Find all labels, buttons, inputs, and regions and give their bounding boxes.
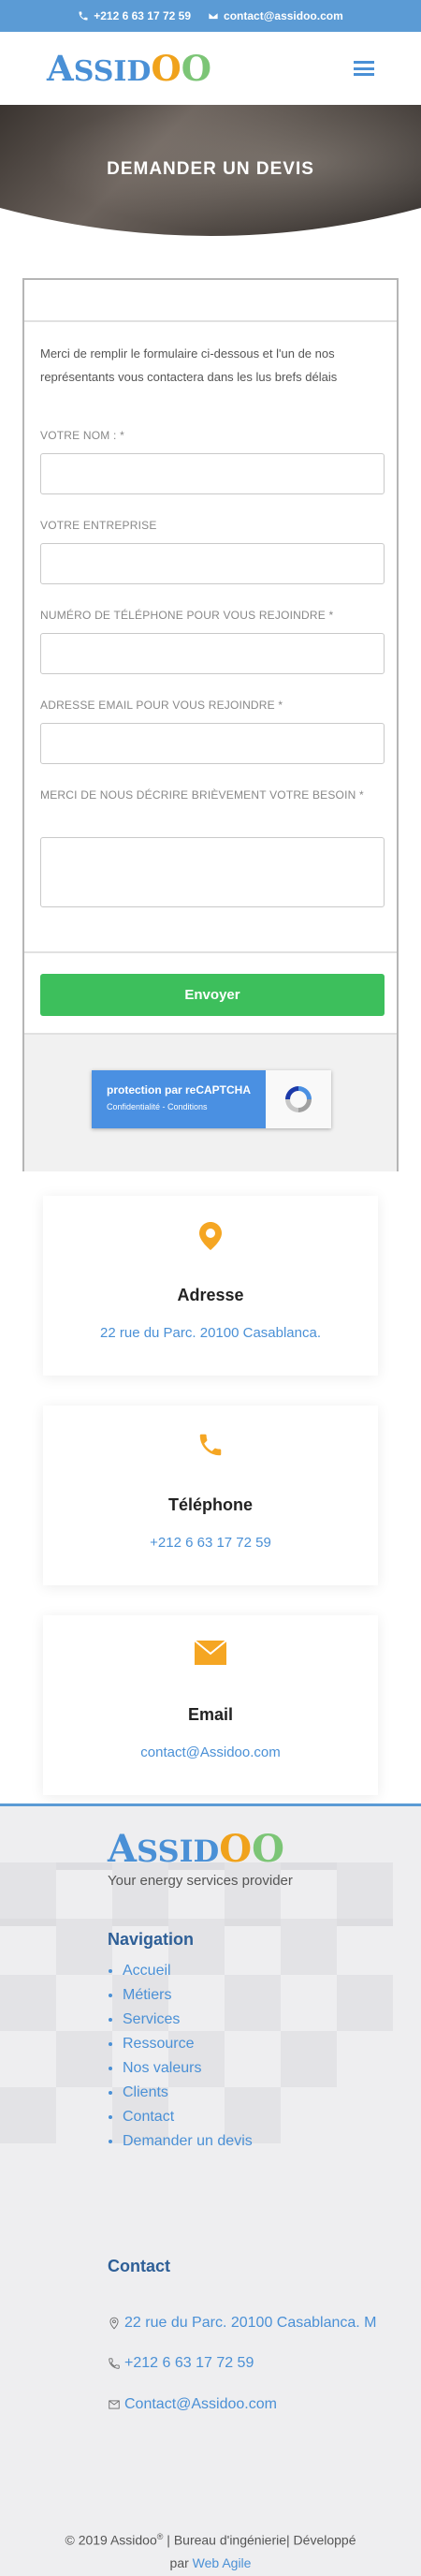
email-value[interactable]: contact@Assidoo.com bbox=[43, 1744, 378, 1760]
logo-letter-o-orange: O bbox=[151, 48, 181, 89]
site-header: A SSID O O bbox=[0, 32, 421, 105]
logo-letters: SSID bbox=[73, 55, 152, 88]
footer-nav-item-accueil[interactable]: Accueil bbox=[123, 1959, 421, 1983]
footer-nav-item-metiers[interactable]: Métiers bbox=[123, 1983, 421, 2008]
name-label: VOTRE NOM : * bbox=[40, 429, 124, 442]
footer-address-text: 22 rue du Parc. 20100 Casablanca. M bbox=[124, 2315, 377, 2331]
topbar-phone-text: +212 6 63 17 72 59 bbox=[94, 9, 192, 22]
quote-form: Merci de remplir le formulaire ci-dessou… bbox=[22, 278, 399, 1171]
email-label: ADRESSE EMAIL POUR VOUS REJOINDRE * bbox=[40, 699, 283, 712]
hamburger-icon[interactable] bbox=[354, 61, 374, 76]
need-label: MERCI DE NOUS DÉCRIRE BRIÈVEMENT VOTRE B… bbox=[40, 788, 364, 802]
envelope-icon bbox=[43, 1641, 378, 1665]
topbar-email-text: contact@assidoo.com bbox=[224, 9, 343, 22]
email-title: Email bbox=[187, 1705, 234, 1724]
copyright-mid: | Bureau d'ingénierie| Développé bbox=[163, 2532, 356, 2548]
map-pin-icon bbox=[43, 1221, 378, 1251]
footer-contact-title: Contact bbox=[108, 2257, 170, 2275]
footer-nav-item-clients[interactable]: Clients bbox=[123, 2081, 421, 2105]
topbar-phone[interactable]: +212 6 63 17 72 59 bbox=[78, 9, 191, 22]
footer-nav-item-services[interactable]: Services bbox=[123, 2008, 421, 2032]
phone-value[interactable]: +212 6 63 17 72 59 bbox=[43, 1535, 378, 1551]
phone-icon bbox=[79, 11, 88, 21]
page-title: DEMANDER UN DEVIS bbox=[107, 159, 314, 179]
envelope-icon bbox=[208, 12, 219, 20]
captcha-zone: protection par reCAPTCHA Confidentialité… bbox=[24, 1033, 397, 1171]
logo-letter-o-orange: O bbox=[219, 1827, 253, 1871]
hero-wave-divider bbox=[0, 208, 421, 249]
phone-icon bbox=[43, 1431, 378, 1459]
site-logo[interactable]: A SSID O O bbox=[47, 48, 211, 89]
web-agile-link[interactable]: Web Agile bbox=[193, 2555, 252, 2570]
footer-nav-item-contact[interactable]: Contact bbox=[123, 2105, 421, 2129]
recaptcha-text: protection par reCAPTCHA Confidentialité… bbox=[92, 1070, 266, 1128]
footer-address[interactable]: 22 rue du Parc. 20100 Casablanca. M bbox=[108, 2315, 377, 2332]
logo-letter: A bbox=[108, 1827, 138, 1871]
phone-card: Téléphone +212 6 63 17 72 59 bbox=[43, 1406, 378, 1585]
copyright-text: © 2019 Assidoo bbox=[65, 2532, 157, 2548]
company-label: VOTRE ENTREPRISE bbox=[40, 519, 157, 532]
site-footer: A SSID O O Your energy services provider Na… bbox=[0, 1803, 421, 2576]
address-card: Adresse 22 rue du Parc. 20100 Casablanca… bbox=[43, 1196, 378, 1376]
footer-copyright: © 2019 Assidoo® | Bureau d'ingénierie| D… bbox=[0, 2525, 421, 2574]
copyright-by: par bbox=[169, 2554, 193, 2570]
phone-icon bbox=[109, 2358, 120, 2369]
form-header bbox=[24, 280, 397, 322]
form-divider bbox=[24, 951, 397, 953]
recaptcha-icon bbox=[266, 1070, 331, 1128]
phone-input[interactable] bbox=[40, 633, 385, 674]
address-title: Adresse bbox=[177, 1286, 244, 1304]
logo-letter-o-green: O bbox=[252, 1827, 284, 1871]
company-input[interactable] bbox=[40, 543, 385, 584]
footer-email[interactable]: Contact@Assidoo.com bbox=[108, 2396, 277, 2413]
name-input[interactable] bbox=[40, 453, 385, 494]
footer-tagline: Your energy services provider bbox=[108, 1873, 293, 1889]
email-input[interactable] bbox=[40, 723, 385, 764]
phone-title: Téléphone bbox=[167, 1495, 253, 1514]
footer-nav-title: Navigation bbox=[108, 1930, 195, 1949]
phone-label: NUMÉRO DE TÉLÉPHONE POUR VOUS REJOINDRE … bbox=[40, 609, 334, 622]
need-textarea[interactable] bbox=[40, 837, 385, 907]
footer-nav-item-nos-valeurs[interactable]: Nos valeurs bbox=[123, 2056, 421, 2081]
recaptcha-badge[interactable]: protection par reCAPTCHA Confidentialité… bbox=[92, 1070, 331, 1128]
top-bar: +212 6 63 17 72 59 contact@assidoo.com bbox=[0, 0, 421, 32]
footer-logo[interactable]: A SSID O O bbox=[108, 1827, 421, 1871]
email-card: Email contact@Assidoo.com bbox=[43, 1615, 378, 1795]
submit-button[interactable]: Envoyer bbox=[40, 974, 385, 1016]
form-intro: Merci de remplir le formulaire ci-dessou… bbox=[40, 346, 338, 384]
page-hero: DEMANDER UN DEVIS bbox=[0, 105, 421, 249]
footer-phone[interactable]: +212 6 63 17 72 59 bbox=[108, 2355, 254, 2372]
footer-email-text: Contact@Assidoo.com bbox=[124, 2396, 277, 2412]
envelope-icon bbox=[109, 2400, 120, 2409]
logo-letter-o-green: O bbox=[181, 48, 211, 89]
logo-letters: SSID bbox=[137, 1833, 220, 1869]
footer-content: A SSID O O Your energy services provider Na… bbox=[108, 1806, 421, 2412]
recaptcha-line2[interactable]: Confidentialité - Conditions bbox=[107, 1102, 256, 1111]
footer-nav-item-ressource[interactable]: Ressource bbox=[123, 2032, 421, 2056]
address-value[interactable]: 22 rue du Parc. 20100 Casablanca. bbox=[43, 1325, 378, 1341]
footer-nav-item-devis[interactable]: Demander un devis bbox=[123, 2129, 421, 2154]
recaptcha-line1: protection par reCAPTCHA bbox=[107, 1083, 252, 1097]
footer-nav: Accueil Métiers Services Ressource Nos v… bbox=[108, 1959, 421, 2154]
topbar-email[interactable]: contact@assidoo.com bbox=[208, 9, 343, 22]
logo-letter: A bbox=[47, 48, 74, 89]
footer-phone-text: +212 6 63 17 72 59 bbox=[124, 2355, 254, 2371]
map-pin-icon bbox=[109, 2317, 119, 2330]
